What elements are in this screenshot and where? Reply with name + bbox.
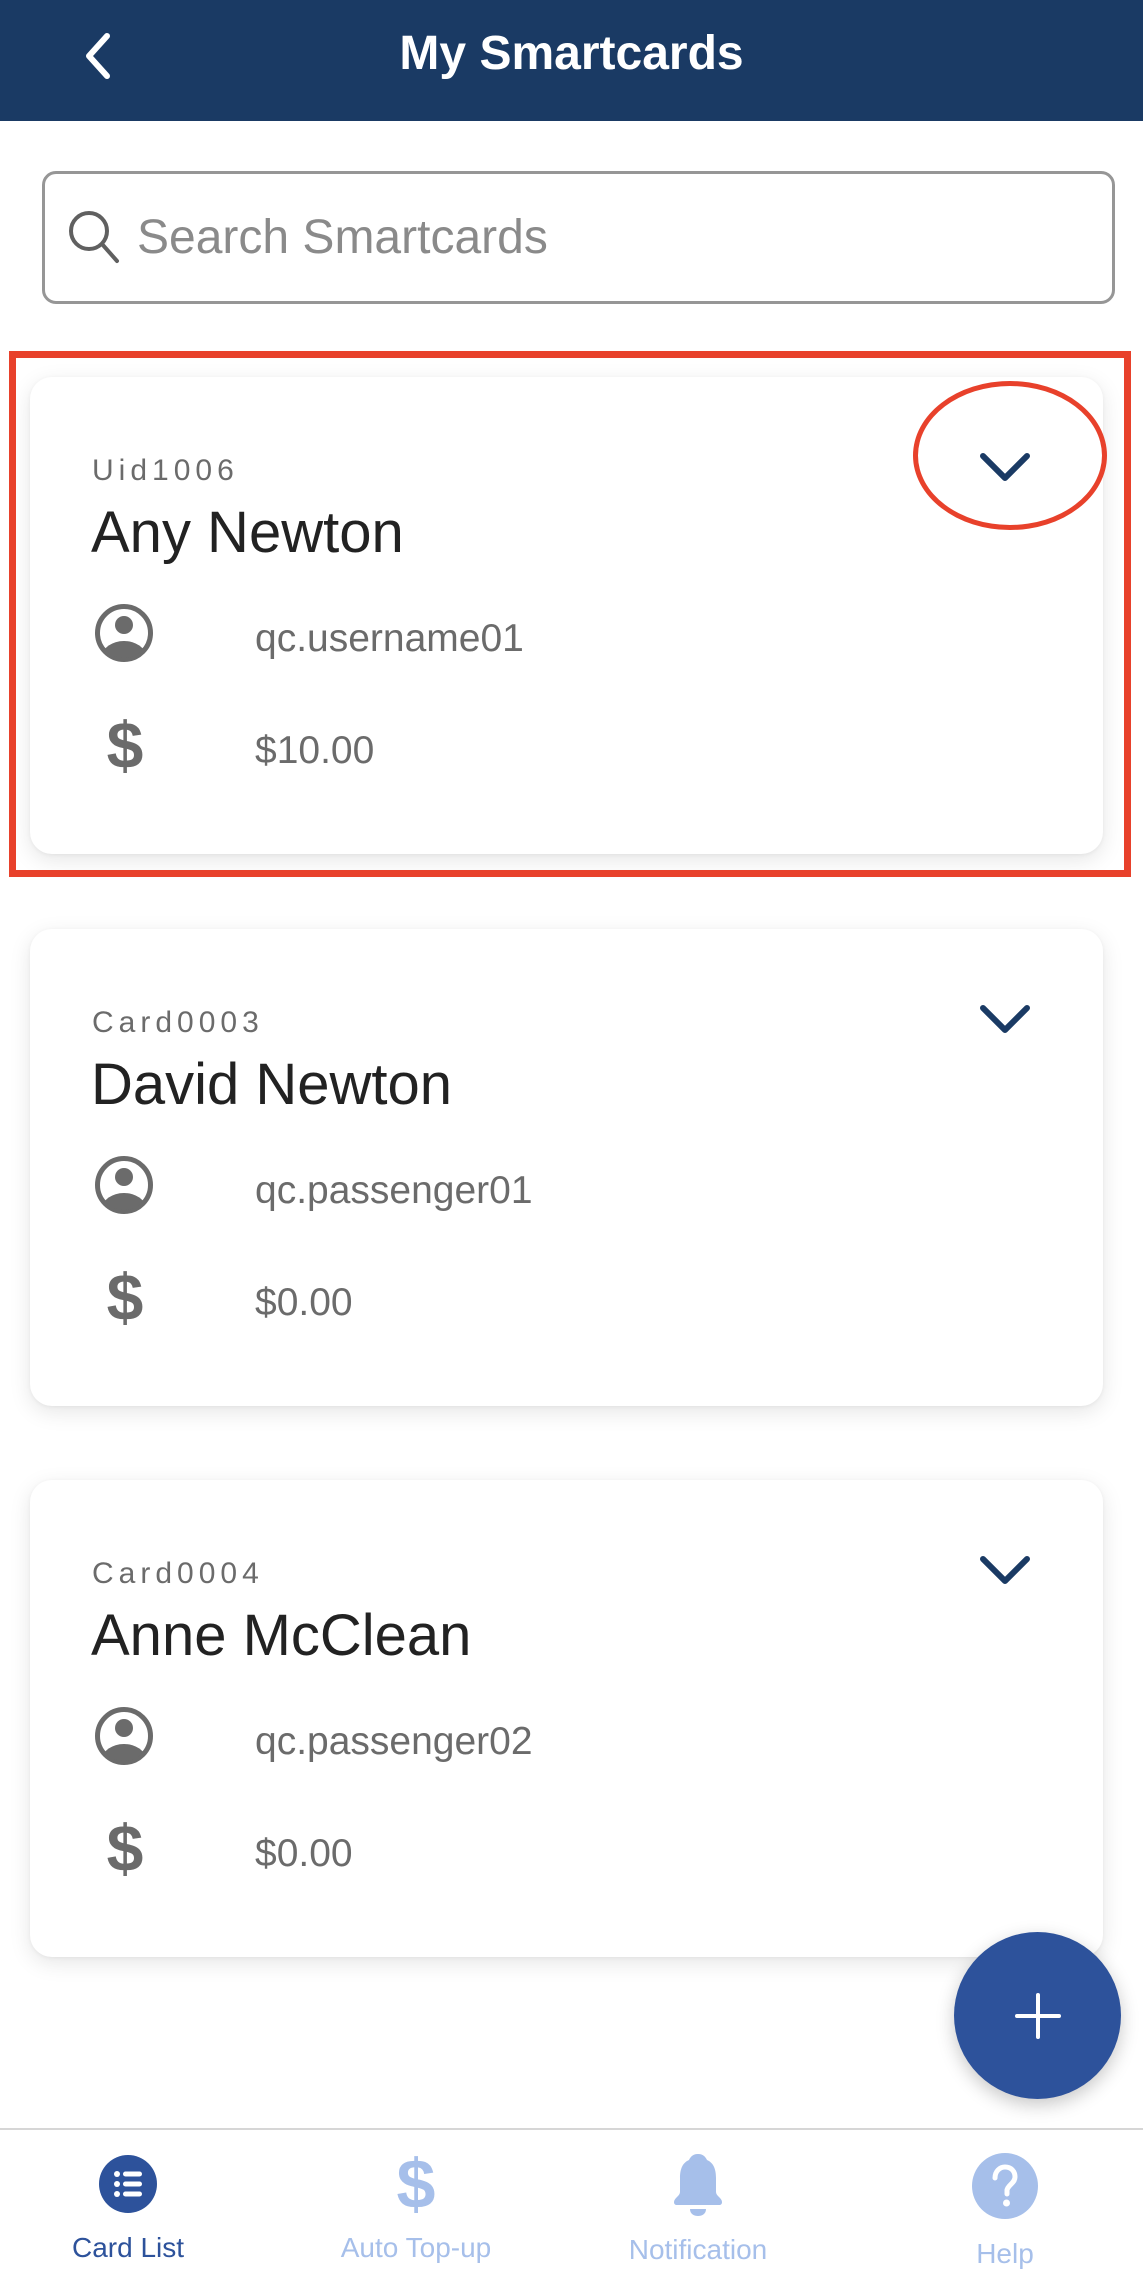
tab-label: Auto Top-up — [340, 2232, 492, 2263]
search-field[interactable] — [42, 171, 1115, 304]
app-header: My Smartcards — [0, 0, 1143, 121]
chevron-down-icon — [980, 453, 1030, 481]
cardholder-name: David Newton — [91, 1052, 453, 1117]
smartcard-item[interactable]: Card0003 David Newton qc.passenger01 $ $… — [30, 929, 1103, 1406]
dollar-icon: $ — [107, 714, 144, 778]
tab-label: Notification — [628, 2234, 768, 2265]
svg-text:$: $ — [107, 1266, 144, 1330]
expand-button[interactable] — [969, 989, 1041, 1049]
search-icon — [69, 211, 119, 263]
tab-help[interactable]: Help — [905, 2130, 1105, 2284]
add-card-button[interactable] — [954, 1932, 1121, 2099]
tab-notification[interactable]: Notification — [598, 2130, 798, 2284]
bell-icon — [674, 2154, 722, 2216]
tab-card-list[interactable]: Card List — [28, 2130, 228, 2284]
balance: $10.00 — [255, 729, 375, 772]
username: qc.passenger02 — [255, 1720, 533, 1763]
card-id: Card0004 — [92, 1557, 264, 1590]
username: qc.passenger01 — [255, 1169, 533, 1212]
tab-auto-top-up[interactable]: $ Auto Top-up — [316, 2130, 516, 2284]
page-title: My Smartcards — [399, 27, 744, 80]
account-circle-icon — [95, 604, 153, 662]
tab-label: Help — [976, 2238, 1034, 2269]
expand-button[interactable] — [969, 437, 1041, 497]
smartcard-item[interactable]: Card0004 Anne McClean qc.passenger02 $ $… — [30, 1480, 1103, 1957]
dollar-icon: $ — [107, 1266, 144, 1330]
help-circle-icon — [972, 2153, 1038, 2219]
chevron-down-icon — [980, 1556, 1030, 1584]
balance: $0.00 — [255, 1832, 353, 1875]
svg-text:$: $ — [397, 2152, 436, 2218]
tab-label: Card List — [71, 2232, 185, 2263]
card-id: Uid1006 — [92, 454, 239, 487]
expand-button[interactable] — [969, 1540, 1041, 1600]
dollar-icon: $ — [397, 2152, 436, 2218]
smartcard-item[interactable]: Uid1006 Any Newton qc.username01 $ $10.0… — [30, 377, 1103, 854]
search-input[interactable] — [137, 174, 1092, 301]
balance: $0.00 — [255, 1281, 353, 1324]
card-id: Card0003 — [92, 1006, 264, 1039]
dollar-icon: $ — [107, 1817, 144, 1881]
account-circle-icon — [95, 1156, 153, 1214]
account-circle-icon — [95, 1707, 153, 1765]
plus-icon — [1014, 1992, 1061, 2039]
cardholder-name: Anne McClean — [91, 1603, 472, 1668]
list-icon — [99, 2155, 157, 2213]
username: qc.username01 — [255, 617, 524, 660]
chevron-down-icon — [980, 1005, 1030, 1033]
svg-text:$: $ — [107, 714, 144, 778]
svg-text:$: $ — [107, 1817, 144, 1881]
cardholder-name: Any Newton — [91, 500, 404, 565]
bottom-tab-bar: Card List $ Auto Top-up Notification Hel… — [0, 2128, 1143, 2284]
